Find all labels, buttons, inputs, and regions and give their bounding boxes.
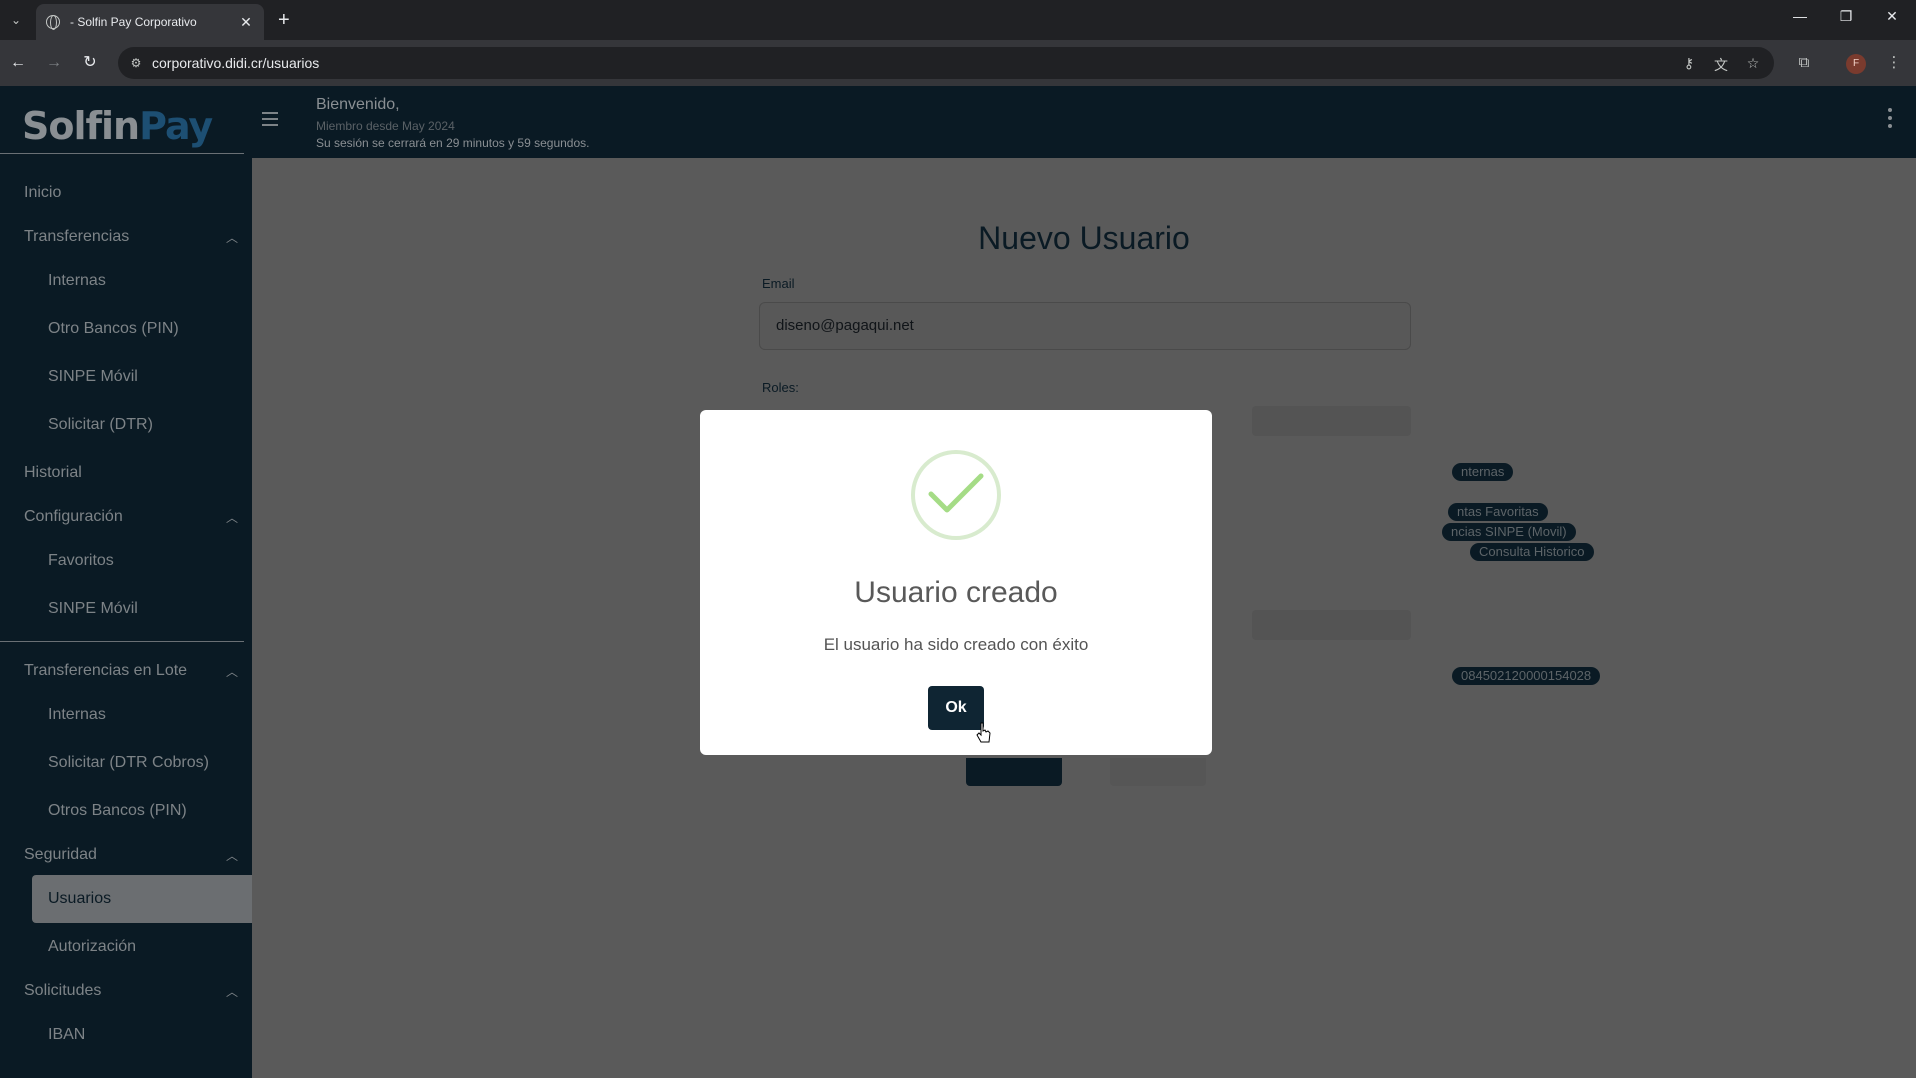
roles-label: Roles: [762, 380, 799, 395]
translate-icon[interactable]: 文 [1712, 55, 1730, 75]
account-chip[interactable]: 084502120000154028 [1452, 667, 1601, 685]
browser-tabbar: ⌄ - Solfin Pay Corporativo ✕ + — ❐ ✕ [0, 0, 1916, 40]
welcome-text: Bienvenido, [316, 96, 400, 113]
role-chip[interactable]: ncias SINPE (Movil) [1442, 523, 1576, 541]
back-icon[interactable]: ← [6, 51, 30, 75]
sidebar-item-lote-internas[interactable]: Internas [0, 695, 252, 735]
sidebar: SolfinPay Inicio Transferencias ︿ Interna… [0, 86, 252, 1078]
member-since-text: Miembro desde May 2024 [316, 119, 455, 133]
email-label: Email [762, 276, 795, 291]
sidebar-item-inicio[interactable]: Inicio [0, 173, 252, 213]
sidebar-item-solicitudes[interactable]: Solicitudes ︿ [0, 971, 252, 1011]
extensions-icon[interactable]: ⧉ [1792, 51, 1816, 75]
role-chip[interactable]: nternas [1452, 463, 1514, 481]
browser-toolbar: ← → ↻ ⚙ corporativo.didi.cr/usuarios ⚷ 文… [0, 40, 1916, 86]
roles-select[interactable] [1252, 406, 1411, 436]
forward-icon[interactable]: → [42, 51, 66, 75]
success-check-icon [911, 450, 1001, 540]
browser-tab[interactable]: - Solfin Pay Corporativo ✕ [36, 4, 264, 40]
email-field[interactable]: diseno@pagaqui.net [759, 302, 1411, 350]
session-timeout-text: Su sesión se cerrará en 29 minutos y 59 … [316, 136, 590, 150]
tab-search-icon[interactable]: ⌄ [6, 8, 26, 32]
modal-title: Usuario creado [854, 576, 1058, 609]
site-info-icon[interactable]: ⚙ [128, 55, 144, 71]
sidebar-item-historial[interactable]: Historial [0, 453, 252, 493]
reload-icon[interactable]: ↻ [78, 51, 102, 75]
browser-menu-icon[interactable]: ⋮ [1882, 51, 1906, 75]
sidebar-item-solicitar-dtr-cobros[interactable]: Solicitar (DTR Cobros) [0, 743, 252, 783]
chevron-up-icon: ︿ [225, 511, 238, 525]
close-window-icon[interactable]: ✕ [1872, 8, 1912, 25]
sidebar-item-iban[interactable]: IBAN [0, 1015, 252, 1055]
minimize-icon[interactable]: — [1780, 8, 1820, 24]
sidebar-item-favoritos[interactable]: Favoritos [0, 541, 252, 581]
sidebar-item-usuarios[interactable]: Usuarios [32, 875, 252, 923]
bookmark-star-icon[interactable]: ☆ [1744, 55, 1762, 72]
success-modal: Usuario creado El usuario ha sido creado… [700, 410, 1212, 755]
chevron-up-icon: ︿ [225, 849, 238, 863]
role-chip[interactable]: ntas Favoritas [1448, 503, 1548, 521]
tab-title: - Solfin Pay Corporativo [70, 15, 197, 29]
app: SolfinPay Inicio Transferencias ︿ Interna… [0, 86, 1916, 1078]
accounts-select[interactable] [1252, 610, 1411, 640]
sidebar-item-solicitar-dtr[interactable]: Solicitar (DTR) [0, 405, 252, 445]
more-options-icon[interactable] [1888, 108, 1892, 132]
chevron-up-icon: ︿ [225, 231, 238, 245]
new-tab-icon[interactable]: + [278, 8, 290, 32]
mouse-pointer-icon [976, 722, 992, 749]
globe-icon [46, 15, 60, 30]
role-chip[interactable]: Consulta Historico [1470, 543, 1594, 561]
hamburger-menu-icon[interactable] [262, 112, 278, 130]
logo: SolfinPay [22, 104, 213, 148]
restore-icon[interactable]: ❐ [1826, 8, 1866, 25]
sidebar-item-sinpe-movil[interactable]: SINPE Móvil [0, 357, 252, 397]
sidebar-item-otro-bancos[interactable]: Otro Bancos (PIN) [0, 309, 252, 349]
sidebar-item-autorizacion[interactable]: Autorización [0, 927, 252, 967]
divider [0, 641, 244, 642]
sidebar-item-otros-bancos[interactable]: Otros Bancos (PIN) [0, 791, 252, 831]
sidebar-item-transferencias-lote[interactable]: Transferencias en Lote ︿ [0, 651, 252, 691]
sidebar-item-configuracion[interactable]: Configuración ︿ [0, 497, 252, 537]
modal-message: El usuario ha sido creado con éxito [823, 635, 1089, 654]
app-header: Bienvenido, Miembro desde May 2024 Su se… [252, 86, 1916, 158]
sidebar-item-seguridad[interactable]: Seguridad ︿ [0, 835, 252, 875]
chevron-up-icon: ︿ [225, 985, 238, 999]
sidebar-item-transferencias[interactable]: Transferencias ︿ [0, 217, 252, 257]
save-button[interactable] [966, 758, 1062, 786]
address-bar[interactable]: ⚙ corporativo.didi.cr/usuarios ⚷ 文 ☆ [118, 47, 1774, 79]
url-text: corporativo.didi.cr/usuarios [152, 55, 320, 71]
sidebar-item-config-sinpe-movil[interactable]: SINPE Móvil [0, 589, 252, 629]
divider [0, 153, 244, 154]
page-title: Nuevo Usuario [978, 220, 1190, 256]
cancel-button[interactable] [1110, 758, 1206, 786]
close-tab-icon[interactable]: ✕ [238, 14, 254, 31]
chevron-up-icon: ︿ [225, 665, 238, 679]
password-key-icon[interactable]: ⚷ [1680, 55, 1698, 72]
sidebar-item-internas[interactable]: Internas [0, 261, 252, 301]
profile-avatar[interactable]: F [1846, 54, 1866, 74]
